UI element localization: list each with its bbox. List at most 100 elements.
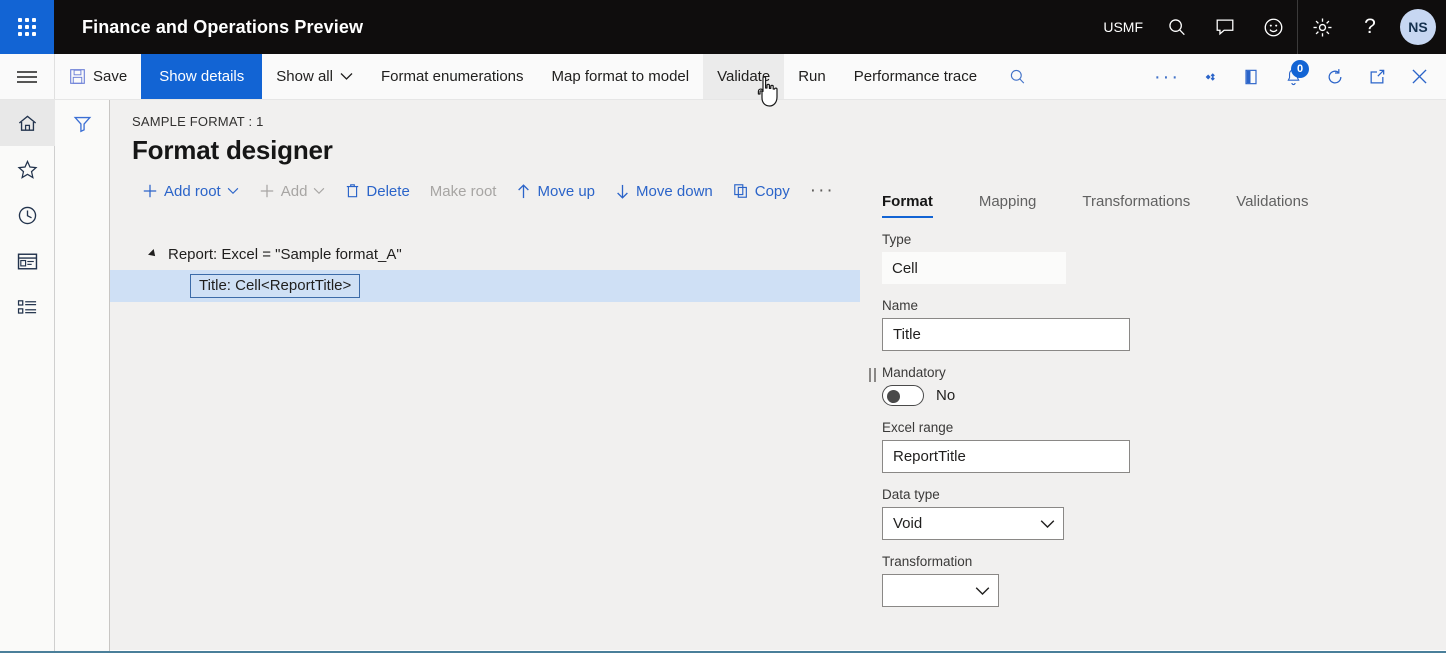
add-root-label: Add root xyxy=(164,182,221,200)
delete-button[interactable]: Delete xyxy=(335,176,419,206)
workspace-window-icon xyxy=(17,253,38,269)
tab-format[interactable]: Format xyxy=(882,193,951,218)
type-label: Type xyxy=(882,232,912,247)
sidebar-item-recent[interactable] xyxy=(0,192,55,238)
map-format-to-model-button[interactable]: Map format to model xyxy=(538,54,704,99)
more-options-button[interactable]: ··· xyxy=(1146,54,1188,99)
copy-label: Copy xyxy=(754,182,790,200)
home-icon xyxy=(18,114,37,131)
sidebar-item-workspaces[interactable] xyxy=(0,238,55,284)
page-title: Format designer xyxy=(132,135,333,165)
chevron-down-icon xyxy=(314,187,325,195)
smiley-icon xyxy=(1264,18,1282,36)
company-selector[interactable]: USMF xyxy=(1093,0,1153,54)
tree-row[interactable]: Report: Excel = "Sample format_A" xyxy=(110,238,862,270)
arrow-down-icon xyxy=(617,184,628,199)
excel-range-input[interactable]: ReportTitle xyxy=(882,440,1130,473)
waffle-grid-icon xyxy=(18,18,36,36)
save-button[interactable]: Save xyxy=(55,54,141,99)
filter-button[interactable] xyxy=(55,100,110,146)
copy-icon xyxy=(733,184,747,198)
chevron-down-icon xyxy=(340,73,353,80)
attachments-button[interactable] xyxy=(1188,54,1230,99)
transformation-select[interactable] xyxy=(882,574,999,607)
performance-trace-button[interactable]: Performance trace xyxy=(840,54,991,99)
mandatory-value: No xyxy=(936,387,956,404)
expand-collapse-caret-icon[interactable] xyxy=(148,249,158,259)
name-input[interactable]: Title xyxy=(882,318,1130,351)
notifications-button[interactable]: 0 xyxy=(1272,54,1314,99)
tab-validations[interactable]: Validations xyxy=(1236,193,1326,218)
filter-strip xyxy=(55,100,110,652)
clock-icon xyxy=(18,206,37,224)
data-type-select[interactable]: Void xyxy=(882,507,1064,540)
format-tree: Report: Excel = "Sample format_A" Title:… xyxy=(110,238,862,650)
format-enumerations-button[interactable]: Format enumerations xyxy=(367,54,538,99)
name-field-group: Name Title xyxy=(882,284,1446,351)
open-in-new-window-button[interactable] xyxy=(1356,54,1398,99)
show-all-label: Show all xyxy=(276,68,333,85)
mandatory-field-group: Mandatory No xyxy=(882,351,1446,406)
sidebar-item-favorites[interactable] xyxy=(0,146,55,192)
move-up-button[interactable]: Move up xyxy=(506,176,605,206)
tree-more-button[interactable]: ··· xyxy=(800,176,845,206)
map-format-to-model-label: Map format to model xyxy=(551,68,690,85)
search-icon xyxy=(1010,69,1024,84)
panel-splitter[interactable] xyxy=(862,100,882,650)
smiley-button[interactable] xyxy=(1249,0,1297,54)
add-button: Add xyxy=(249,176,336,206)
search-button[interactable] xyxy=(1153,0,1201,54)
copy-button[interactable]: Copy xyxy=(723,176,800,206)
mandatory-label: Mandatory xyxy=(882,365,946,380)
plus-icon xyxy=(260,184,273,198)
app-bar: Finance and Operations Preview USMF ? NS xyxy=(0,0,1446,54)
help-button[interactable]: ? xyxy=(1346,0,1394,54)
mandatory-toggle-row: No xyxy=(882,385,1446,406)
add-root-button[interactable]: Add root xyxy=(132,176,249,206)
app-bar-right-group: USMF ? NS xyxy=(1093,0,1446,54)
excel-range-field-group: Excel range ReportTitle xyxy=(882,406,1446,473)
sidebar-item-home[interactable] xyxy=(0,100,55,146)
move-up-label: Move up xyxy=(537,182,596,200)
tab-mapping[interactable]: Mapping xyxy=(979,193,1055,218)
run-label: Run xyxy=(798,68,826,85)
tree-row[interactable]: Title: Cell<ReportTitle> xyxy=(110,270,860,302)
data-type-label: Data type xyxy=(882,487,940,502)
avatar[interactable]: NS xyxy=(1400,9,1436,45)
feedback-button[interactable] xyxy=(1201,0,1249,54)
refresh-button[interactable] xyxy=(1314,54,1356,99)
command-search-button[interactable] xyxy=(991,54,1043,99)
settings-button[interactable] xyxy=(1298,0,1346,54)
transformation-field-group: Transformation xyxy=(882,540,1446,607)
nav-hamburger-button[interactable] xyxy=(0,54,55,99)
waffle-button[interactable] xyxy=(0,0,54,54)
chevron-down-icon xyxy=(975,586,990,595)
format-enumerations-label: Format enumerations xyxy=(380,68,524,85)
close-button[interactable] xyxy=(1398,54,1440,99)
make-root-label: Make root xyxy=(429,182,497,200)
command-bar-right-group: ··· 0 xyxy=(1146,54,1446,99)
show-details-button[interactable]: Show details xyxy=(141,54,263,99)
validate-button[interactable]: Validate xyxy=(703,54,785,99)
move-down-button[interactable]: Move down xyxy=(605,176,723,206)
chevron-down-icon xyxy=(1040,519,1055,528)
save-disk-icon xyxy=(70,69,85,84)
close-x-icon xyxy=(1411,69,1427,84)
plus-icon xyxy=(143,184,157,198)
star-icon xyxy=(17,159,38,179)
office-app-button[interactable] xyxy=(1230,54,1272,99)
mandatory-toggle[interactable] xyxy=(882,385,924,406)
show-all-button[interactable]: Show all xyxy=(262,54,367,99)
refresh-icon xyxy=(1328,68,1342,83)
office-app-icon xyxy=(1245,69,1257,84)
speech-bubble-icon xyxy=(1216,19,1234,36)
tab-transformations[interactable]: Transformations xyxy=(1082,193,1208,218)
data-type-value: Void xyxy=(893,515,923,532)
validate-label: Validate xyxy=(717,68,771,85)
arrow-up-icon xyxy=(518,183,530,198)
run-button[interactable]: Run xyxy=(784,54,840,99)
delete-label: Delete xyxy=(366,182,410,200)
sidebar-item-modules[interactable] xyxy=(0,284,55,330)
open-in-new-window-icon xyxy=(1370,69,1385,83)
save-label: Save xyxy=(93,68,128,85)
